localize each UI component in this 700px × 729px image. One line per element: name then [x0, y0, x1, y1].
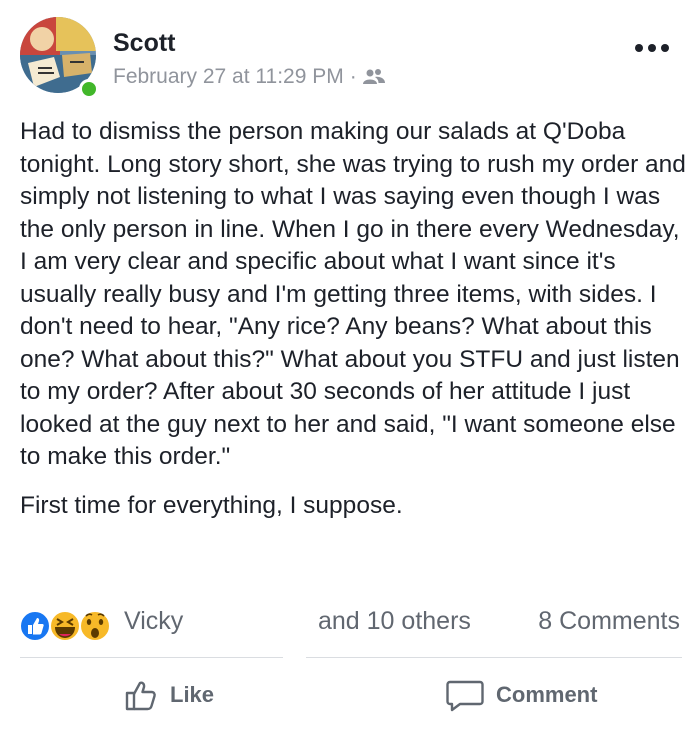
post-paragraph: Had to dismiss the person making our sal…: [20, 118, 686, 470]
post-paragraph: First time for everything, I suppose.: [20, 491, 403, 519]
wow-reaction-icon: [79, 610, 111, 642]
online-status-indicator: [79, 79, 99, 99]
thumbs-up-icon: [125, 681, 156, 711]
divider: [20, 657, 283, 658]
like-label: Like: [170, 682, 215, 707]
comment-label: Comment: [496, 682, 598, 707]
reactor-name[interactable]: Vicky: [124, 607, 183, 636]
reactions-others[interactable]: and 10 others: [318, 607, 471, 636]
divider: [306, 657, 682, 658]
post-meta: February 27 at 11:29 PM ·: [113, 65, 385, 89]
more-options-icon[interactable]: [634, 43, 670, 53]
post-timestamp[interactable]: February 27 at 11:29 PM: [113, 65, 344, 89]
comment-button[interactable]: Comment: [446, 675, 597, 715]
meta-separator: ·: [349, 65, 357, 88]
like-reaction-icon: [19, 610, 51, 642]
friends-icon: [362, 69, 385, 84]
post-body: Had to dismiss the person making our sal…: [20, 116, 688, 522]
reactions-summary[interactable]: Vicky and 10 others 8 Comments: [18, 603, 682, 643]
comments-count[interactable]: 8 Comments: [538, 607, 680, 636]
post-header: Scott February 27 at 11:29 PM ·: [20, 17, 680, 99]
author-name[interactable]: Scott: [113, 29, 176, 58]
comment-icon: [446, 680, 484, 712]
haha-reaction-icon: [49, 610, 81, 642]
like-button[interactable]: Like: [124, 675, 214, 715]
reaction-icons: [19, 610, 111, 642]
